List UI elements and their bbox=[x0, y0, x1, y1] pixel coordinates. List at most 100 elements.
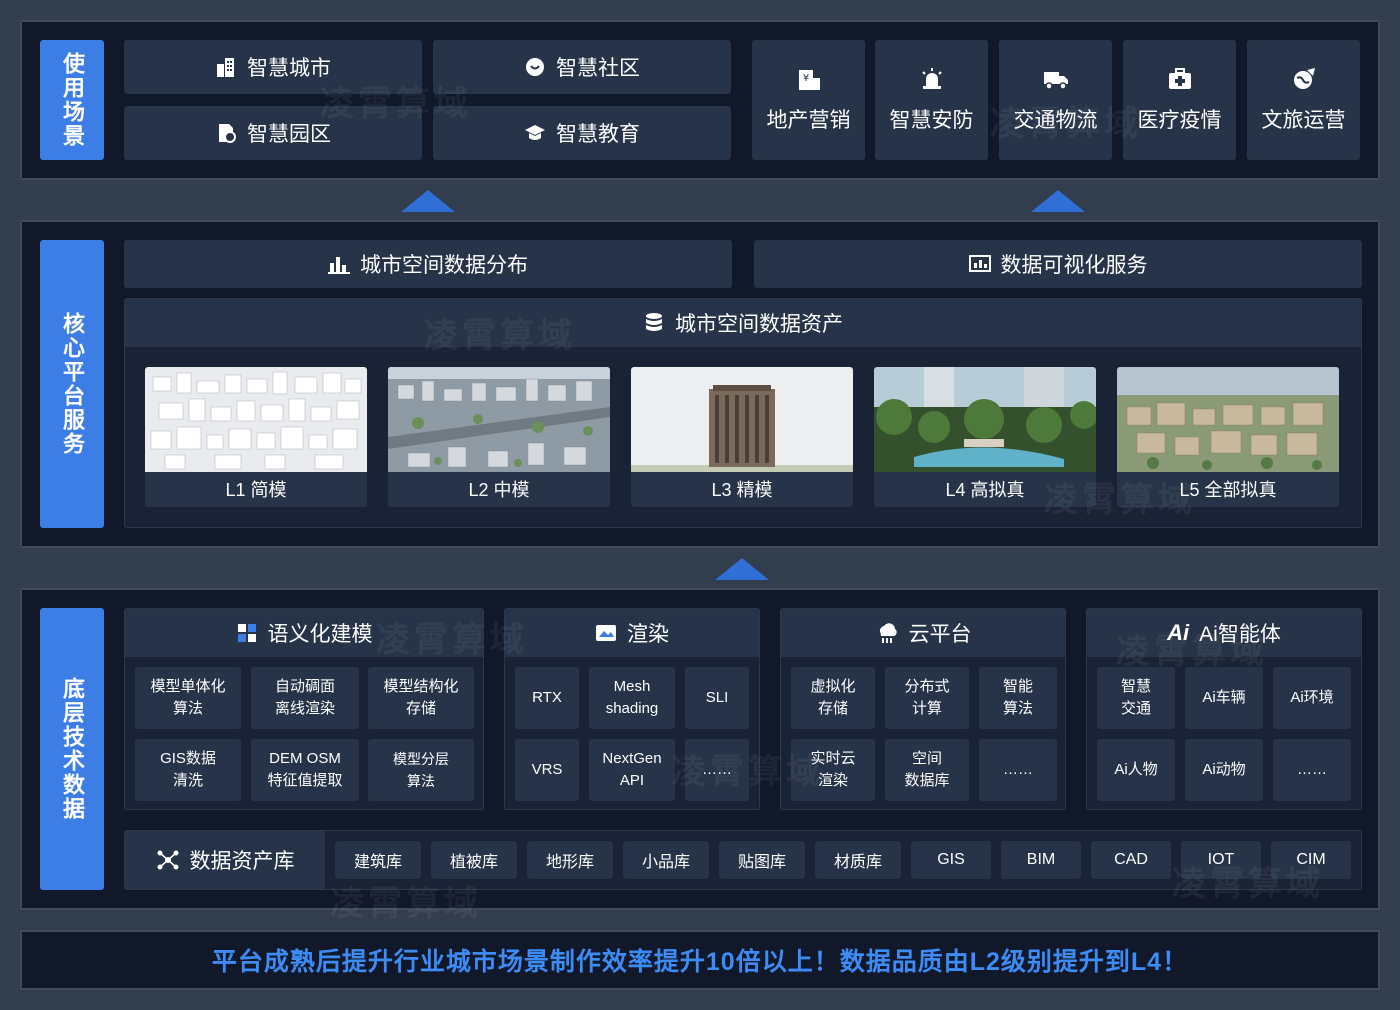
scenario-smart-park[interactable]: 智慧园区 bbox=[124, 106, 422, 160]
ai-group: Ai Ai智能体 智慧 交通 Ai车辆 Ai环境 Ai人物 Ai动物 …… bbox=[1086, 608, 1362, 810]
library-chip-texture[interactable]: 贴图库 bbox=[719, 841, 805, 879]
ai-cell-5[interactable]: Ai动物 bbox=[1185, 739, 1263, 801]
level-l3-card[interactable]: L3 精模 bbox=[631, 367, 853, 507]
library-chip-vegetation[interactable]: 植被库 bbox=[431, 841, 517, 879]
ai-cell-4[interactable]: Ai人物 bbox=[1097, 739, 1175, 801]
level-l5-card[interactable]: L5 全部拟真 bbox=[1117, 367, 1339, 507]
real-estate-icon: ¥ bbox=[796, 66, 822, 92]
library-chip-cim[interactable]: CIM bbox=[1271, 841, 1351, 879]
data-assets-title: 城市空间数据资产 bbox=[675, 313, 843, 336]
level-l2-caption: L2 中模 bbox=[468, 480, 530, 500]
medical-kit-icon bbox=[1167, 66, 1193, 92]
render-cell-1[interactable]: RTX bbox=[515, 667, 579, 729]
scenario-smart-education[interactable]: 智慧教育 bbox=[433, 106, 731, 160]
l2-medium-model-image bbox=[388, 367, 610, 472]
service-visualization-label: 数据可视化服务 bbox=[1000, 254, 1148, 277]
svg-text:¥: ¥ bbox=[802, 73, 808, 84]
scenario-smart-education-label: 智慧教育 bbox=[556, 123, 640, 146]
render-cell-6[interactable]: …… bbox=[685, 739, 749, 801]
modeling-cell-2[interactable]: 自动碉面 离线渲染 bbox=[251, 667, 359, 729]
render-cell-4[interactable]: VRS bbox=[515, 739, 579, 801]
cloud-header: 云平台 bbox=[781, 609, 1065, 657]
scenario-tourism[interactable]: 文旅运营 bbox=[1247, 40, 1360, 160]
alarm-light-icon bbox=[919, 66, 945, 92]
library-chip-cad[interactable]: CAD bbox=[1091, 841, 1171, 879]
ai-cell-6[interactable]: …… bbox=[1273, 739, 1351, 801]
library-chip-material[interactable]: 材质库 bbox=[815, 841, 901, 879]
data-assets-header: 城市空间数据资产 bbox=[125, 299, 1361, 347]
level-l1-caption: L1 简模 bbox=[225, 480, 287, 500]
render-cell-5[interactable]: NextGen API bbox=[589, 739, 675, 801]
cloud-cell-2[interactable]: 分布式 计算 bbox=[885, 667, 969, 729]
render-header: 渲染 bbox=[505, 609, 759, 657]
park-document-icon bbox=[215, 122, 237, 144]
level-l4-caption: L4 高拟真 bbox=[945, 480, 1025, 500]
modeling-cell-1[interactable]: 模型单体化 算法 bbox=[135, 667, 241, 729]
footer-banner: 平台成熟后提升行业城市场景制作效率提升10倍以上！数据品质由L2级别提升到L4！ bbox=[20, 930, 1380, 990]
scenario-real-estate[interactable]: ¥ 地产营销 bbox=[752, 40, 865, 160]
cloud-title: 云平台 bbox=[908, 623, 972, 646]
modeling-cell-5[interactable]: DEM OSM 特征值提取 bbox=[251, 739, 359, 801]
level-l1-card[interactable]: L1 简模 bbox=[145, 367, 367, 507]
library-chip-building[interactable]: 建筑库 bbox=[335, 841, 421, 879]
library-chip-iot[interactable]: IOT bbox=[1181, 841, 1261, 879]
modeling-cell-6[interactable]: 模型分层 算法 bbox=[368, 739, 474, 801]
cloud-cell-1[interactable]: 虚拟化 存储 bbox=[791, 667, 875, 729]
scenario-smart-community-label: 智慧社区 bbox=[556, 57, 640, 80]
level-l3-caption: L3 精模 bbox=[711, 480, 773, 500]
scenario-tourism-label: 文旅运营 bbox=[1261, 109, 1346, 132]
flow-arrow-up-right bbox=[1031, 190, 1085, 212]
scenario-medical[interactable]: 医疗疫情 bbox=[1123, 40, 1236, 160]
ai-cell-3[interactable]: Ai环境 bbox=[1273, 667, 1351, 729]
asset-library-header: 数据资产库 bbox=[125, 831, 325, 889]
scenario-smart-community[interactable]: 智慧社区 bbox=[433, 40, 731, 94]
l3-detailed-model-image bbox=[631, 367, 853, 472]
modeling-header: 语义化建模 bbox=[125, 609, 483, 657]
service-visualization[interactable]: 数据可视化服务 bbox=[754, 240, 1362, 288]
ai-logo-icon: Ai bbox=[1167, 620, 1190, 645]
modeling-cell-3[interactable]: 模型结构化 存储 bbox=[368, 667, 474, 729]
library-chip-gis[interactable]: GIS bbox=[911, 841, 991, 879]
graduation-cap-icon bbox=[524, 122, 546, 144]
scenario-smart-city[interactable]: 智慧城市 bbox=[124, 40, 422, 94]
render-title: 渲染 bbox=[627, 623, 669, 646]
cloud-cell-4[interactable]: 实时云 渲染 bbox=[791, 739, 875, 801]
cloud-cell-6[interactable]: …… bbox=[979, 739, 1057, 801]
scenario-logistics-label: 交通物流 bbox=[1013, 109, 1098, 132]
flow-arrow-up-center bbox=[715, 558, 769, 580]
library-chip-props[interactable]: 小品库 bbox=[623, 841, 709, 879]
scenario-real-estate-label: 地产营销 bbox=[766, 109, 851, 132]
cloud-group: 云平台 虚拟化 存储 分布式 计算 智能 算法 实时云 渲染 空间 数据库 …… bbox=[780, 608, 1066, 810]
bar-chart-icon bbox=[328, 254, 350, 274]
level-l4-card[interactable]: L4 高拟真 bbox=[874, 367, 1096, 507]
scenario-security[interactable]: 智慧安防 bbox=[875, 40, 988, 160]
library-chip-bim[interactable]: BIM bbox=[1001, 841, 1081, 879]
modeling-group: 语义化建模 模型单体化 算法 自动碉面 离线渲染 模型结构化 存储 GIS数据 … bbox=[124, 608, 484, 810]
cloud-cell-5[interactable]: 空间 数据库 bbox=[885, 739, 969, 801]
data-assets-container: 城市空间数据资产 L1 简模 L2 中模 L3 精模 L4 高拟真 L5 全部拟… bbox=[124, 298, 1362, 528]
foundation-panel: 底层技术数据 语义化建模 模型单体化 算法 自动碉面 离线渲染 模型结构化 存储… bbox=[20, 588, 1380, 910]
modeling-cell-4[interactable]: GIS数据 清洗 bbox=[135, 739, 241, 801]
core-platform-label: 核心平台服务 bbox=[40, 240, 104, 528]
service-spatial-distribution-label: 城市空间数据分布 bbox=[360, 254, 528, 277]
chat-bubble-icon bbox=[524, 56, 546, 78]
service-spatial-distribution[interactable]: 城市空间数据分布 bbox=[124, 240, 732, 288]
l1-simple-model-image bbox=[145, 367, 367, 472]
cloud-cell-3[interactable]: 智能 算法 bbox=[979, 667, 1057, 729]
footer-slogan: 平台成熟后提升行业城市场景制作效率提升10倍以上！数据品质由L2级别提升到L4！ bbox=[211, 948, 1189, 976]
ai-title: Ai智能体 bbox=[1199, 623, 1281, 646]
level-l5-caption: L5 全部拟真 bbox=[1179, 480, 1277, 500]
scenario-label: 使用场景 bbox=[40, 40, 104, 160]
truck-icon bbox=[1042, 66, 1070, 92]
ai-cell-2[interactable]: Ai车辆 bbox=[1185, 667, 1263, 729]
asset-library-title: 数据资产库 bbox=[189, 850, 295, 873]
render-cell-3[interactable]: SLI bbox=[685, 667, 749, 729]
level-l2-card[interactable]: L2 中模 bbox=[388, 367, 610, 507]
library-chip-terrain[interactable]: 地形库 bbox=[527, 841, 613, 879]
render-cell-2[interactable]: Mesh shading bbox=[589, 667, 675, 729]
scenario-logistics[interactable]: 交通物流 bbox=[999, 40, 1112, 160]
ai-cell-1[interactable]: 智慧 交通 bbox=[1097, 667, 1175, 729]
modeling-title: 语义化建模 bbox=[267, 623, 373, 646]
l4-high-fidelity-image bbox=[874, 367, 1096, 472]
scenario-panel: 使用场景 智慧城市 智慧社区 智慧园区 智慧教育 ¥ 地产营销 智慧安防 交通物… bbox=[20, 20, 1380, 180]
